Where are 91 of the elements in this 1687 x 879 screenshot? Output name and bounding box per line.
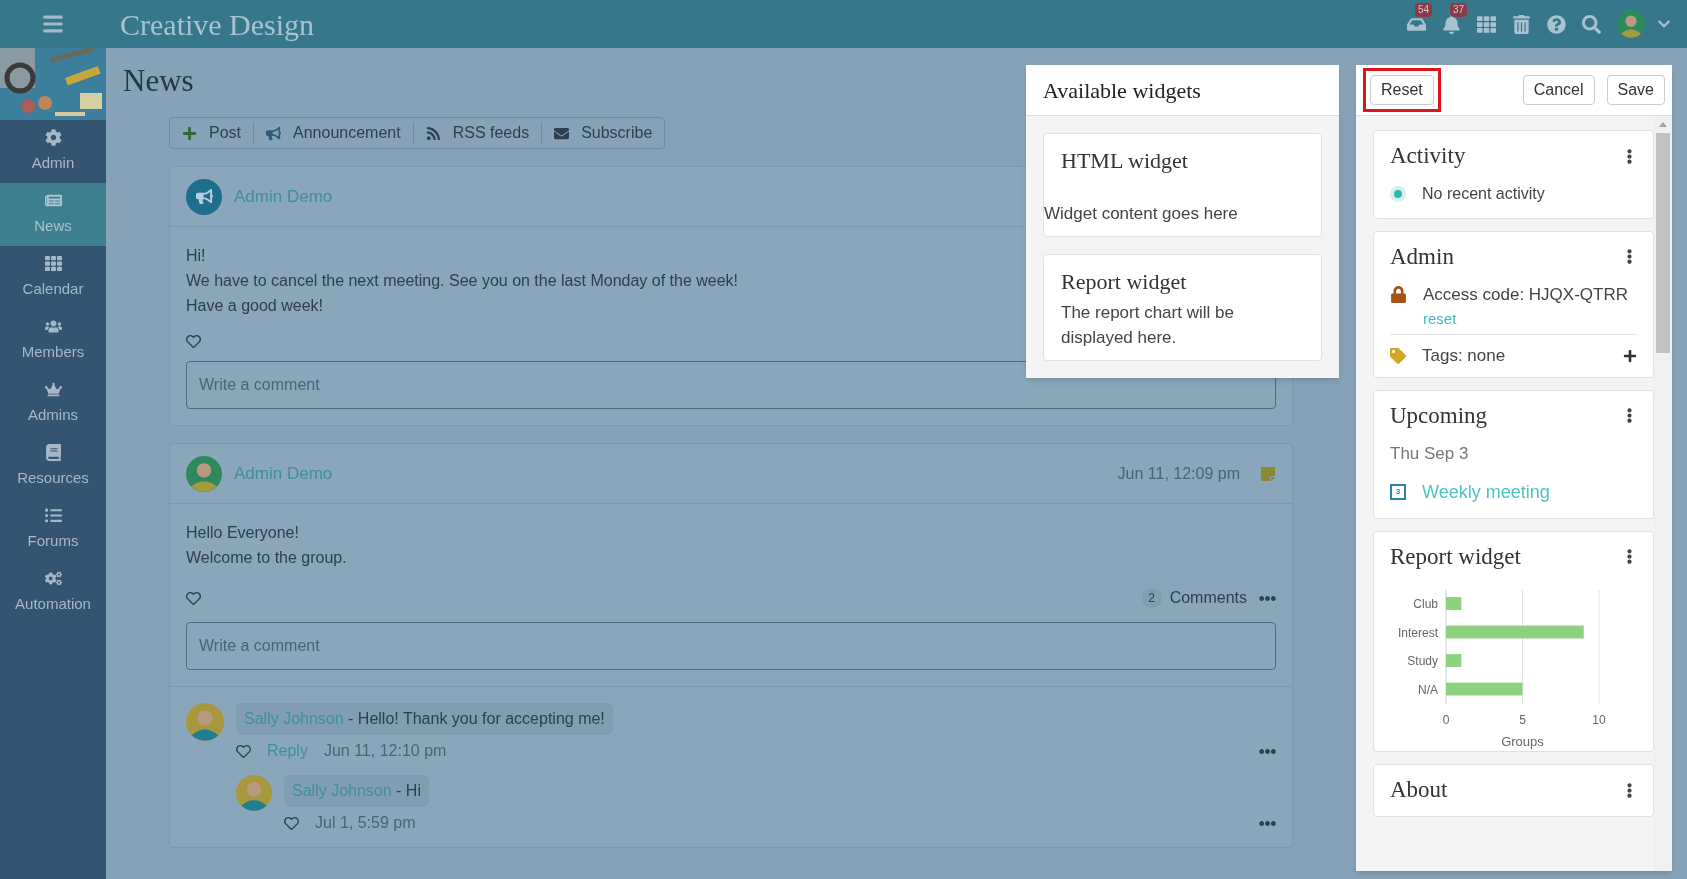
reset-link[interactable]: reset [1423, 307, 1628, 330]
gear-icon [44, 128, 62, 146]
sidebar-item[interactable]: Admins [0, 372, 106, 435]
sidebar-item[interactable]: News [0, 183, 106, 246]
widget-title: Activity [1390, 142, 1466, 170]
megaphone-avatar-icon [186, 178, 222, 215]
widget-option[interactable]: HTML widget Widget content goes here [1043, 133, 1322, 237]
widget-title: HTML widget [1060, 147, 1189, 175]
calendar-day-icon: 3 [1390, 484, 1406, 500]
megaphone-icon [266, 125, 281, 141]
heart-icon[interactable] [236, 743, 251, 759]
post-text: Hi! [186, 246, 206, 266]
sidebar-item[interactable]: Automation [0, 561, 106, 624]
sidebar-item[interactable]: Members [0, 309, 106, 372]
post-time: Jun 11, 12:09 pm [1117, 463, 1240, 484]
activity-text: No recent activity [1422, 183, 1545, 204]
axis-tick: 10 [1592, 713, 1606, 727]
heart-icon[interactable] [186, 590, 201, 606]
avatar [186, 703, 224, 741]
axis-label: Club [1413, 597, 1438, 612]
app-title: Creative Design [120, 6, 315, 43]
help-icon[interactable] [1547, 14, 1566, 34]
crown-icon [44, 380, 62, 398]
axis-title: Groups [1501, 734, 1544, 749]
axis-label: Study [1407, 654, 1438, 669]
comment-time: Jul 1, 5:59 pm [315, 813, 416, 833]
comment-count: 2 [1141, 588, 1162, 608]
axis-label: N/A [1418, 682, 1438, 697]
chart-bar [1446, 654, 1462, 667]
comment-field[interactable]: Write a comment [186, 622, 1276, 670]
menu-icon[interactable] [42, 13, 64, 35]
heart-icon[interactable] [186, 334, 201, 349]
sidebar-item[interactable]: Forums [0, 498, 106, 561]
panel-button[interactable]: Reset [1370, 75, 1434, 105]
sidebar-item[interactable]: Calendar [0, 246, 106, 309]
count-badge: 54 [1415, 2, 1433, 17]
avatar [186, 455, 222, 492]
gears-icon [44, 569, 62, 587]
note-icon [1260, 465, 1276, 482]
comment-text: - Hello! Thank you for accepting me! [348, 710, 605, 727]
post-text: We have to cancel the next meeting. See you on the last Monday of the week! [186, 271, 739, 291]
post-text: Welcome to the group. [186, 548, 347, 568]
post-text: Hello Everyone! [186, 523, 299, 543]
comment-time: Jun 11, 12:10 pm [323, 741, 447, 761]
panel-button[interactable]: Save [1606, 75, 1665, 105]
chart-bar [1446, 597, 1462, 610]
axis-tick: 0 [1442, 713, 1450, 727]
avatar [1617, 10, 1645, 38]
widget-title: Report widget [1060, 268, 1188, 296]
panel-title: Available widgets [1043, 76, 1201, 105]
lock-icon [1390, 286, 1407, 303]
access-code: Access code: HJQX-QTRR [1423, 284, 1628, 306]
count-badge: 37 [1450, 2, 1468, 17]
avatar [236, 775, 272, 811]
event-date: Thu Sep 3 [1390, 443, 1470, 465]
toolbar-button[interactable]: Announcement [253, 122, 413, 144]
tags-text: Tags: none [1422, 345, 1507, 367]
toolbar-button[interactable]: Post [170, 122, 253, 144]
widget-description: Widget content goes here [1044, 203, 1239, 225]
toolbar-button[interactable]: RSS feeds [412, 122, 542, 144]
widget-title: Admin [1390, 242, 1454, 271]
heart-icon[interactable] [284, 815, 299, 831]
panel-button[interactable]: Cancel [1522, 75, 1595, 105]
widget-description: The report chart will be displayed here. [1060, 302, 1235, 349]
widget-title: About [1390, 776, 1448, 804]
post-text: Have a good week! [186, 296, 323, 316]
rss-icon [425, 125, 441, 141]
search-icon[interactable] [1582, 14, 1601, 34]
tag-icon [1390, 347, 1406, 364]
plus-icon[interactable] [1623, 348, 1637, 363]
list-icon [44, 506, 62, 524]
scrollbar[interactable] [1654, 116, 1672, 871]
widget-option[interactable]: Report widget The report chart will be displayed here. [1043, 254, 1322, 361]
bell-icon[interactable] [1442, 14, 1461, 34]
widget-title: Report widget [1390, 542, 1521, 571]
trash-icon[interactable] [1512, 14, 1531, 34]
event-link[interactable]: Weekly meeting [1422, 478, 1550, 506]
comment-field[interactable]: Write a comment [186, 361, 1276, 409]
axis-tick: 5 [1519, 713, 1526, 727]
comment-text: - Hi [396, 782, 421, 799]
sidebar-item[interactable]: Admin [0, 120, 106, 183]
comments-link[interactable]: Comments [1169, 586, 1247, 610]
widget-title: Upcoming [1390, 401, 1488, 430]
status-dot-icon [1390, 185, 1406, 202]
envelope-icon [554, 125, 570, 141]
grid-icon [44, 254, 62, 272]
axis-label: Interest [1397, 625, 1438, 640]
sidebar-item[interactable]: Resources [0, 435, 106, 498]
plus-icon [182, 125, 197, 141]
page-title: News [123, 62, 194, 100]
toolbar-button[interactable]: Subscribe [541, 122, 665, 144]
